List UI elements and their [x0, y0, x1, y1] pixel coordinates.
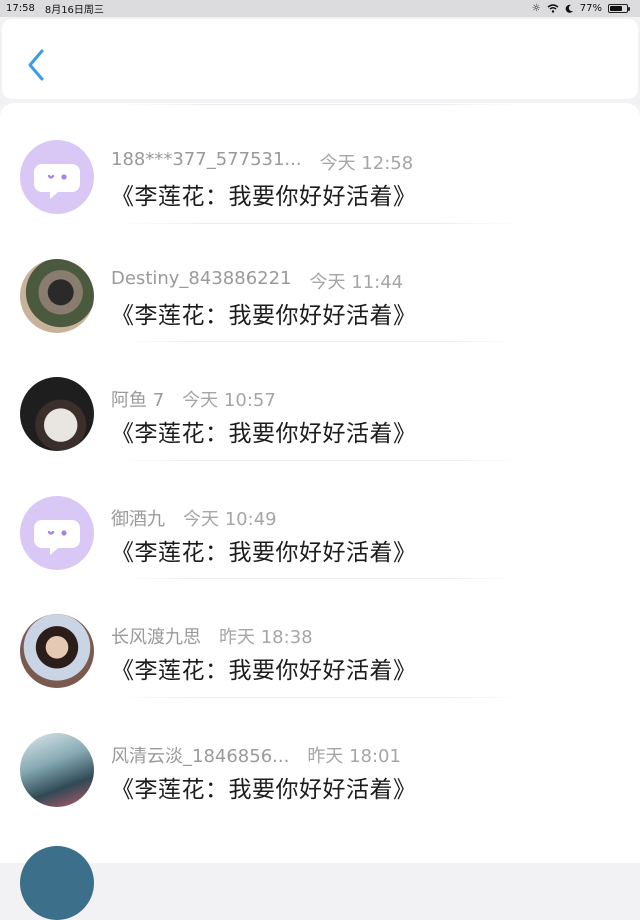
comment-text: 《李莲花：我要你好好活着》: [111, 658, 417, 684]
avatar[interactable]: [20, 846, 94, 920]
back-button[interactable]: [22, 47, 50, 83]
divider: [120, 696, 520, 698]
divider: [120, 341, 520, 342]
list-item[interactable]: 御酒九 今天 10:49 《李莲花：我要你好好活着》: [0, 459, 640, 578]
moon-icon: [565, 4, 573, 13]
comment-meta: 长风渡九思 昨天 18:38: [111, 623, 313, 649]
username[interactable]: 阿鱼 7: [111, 386, 164, 412]
status-date: 8月16日周三: [44, 5, 104, 16]
list-item[interactable]: 长风渡九思 昨天 18:38 《李莲花：我要你好好活着》: [0, 578, 640, 696]
comment-text: 《李莲花：我要你好好活着》: [111, 184, 417, 210]
chat-bubble-icon: [34, 519, 80, 555]
chat-bubble-icon: [34, 164, 80, 199]
timestamp: 今天 10:49: [183, 508, 277, 530]
status-time: 17:58: [6, 3, 35, 14]
chevron-left-icon: [28, 49, 44, 81]
comment-text: 《李莲花：我要你好好活着》: [111, 302, 417, 329]
list-item[interactable]: 风清云淡_1846856... 昨天 18:01 《李莲花：我要你好好活着》: [0, 696, 640, 815]
divider: [120, 459, 520, 461]
avatar[interactable]: [20, 732, 94, 807]
username[interactable]: 御酒九: [111, 505, 165, 531]
timestamp: 今天 12:58: [319, 153, 414, 174]
username[interactable]: 长风渡九思: [111, 623, 201, 649]
divider: [120, 578, 520, 579]
username[interactable]: 风清云淡_1846856...: [111, 742, 289, 768]
avatar[interactable]: [20, 258, 94, 333]
comment-text: 《李莲花：我要你好好活着》: [111, 421, 417, 447]
battery-fill: [610, 6, 623, 11]
list-item[interactable]: Destiny_843886221 今天 11:44 《李莲花：我要你好好活着》: [0, 222, 640, 341]
wifi-icon: [547, 4, 559, 13]
timestamp: 昨天 18:01: [307, 745, 401, 767]
avatar[interactable]: [20, 377, 94, 451]
comment-meta: 阿鱼 7 今天 10:57: [111, 386, 276, 412]
comment-text: 《李莲花：我要你好好活着》: [111, 776, 417, 803]
list-item[interactable]: 188***377_577531... 今天 12:58 《李莲花：我要你好好活着》: [0, 104, 640, 222]
status-bar: 17:58 8月16日周三 ☼ 77%: [0, 0, 640, 17]
comment-meta: 188***377_577531... 今天 12:58: [111, 149, 413, 175]
username[interactable]: Destiny_843886221: [111, 268, 292, 294]
comment-list: 188***377_577531... 今天 12:58 《李莲花：我要你好好活着》…: [0, 103, 640, 863]
avatar[interactable]: [20, 140, 94, 214]
comment-meta: Destiny_843886221 今天 11:44: [111, 268, 403, 294]
divider: [120, 222, 520, 224]
comment-meta: 御酒九 今天 10:49: [111, 505, 277, 531]
divider: [120, 104, 520, 105]
list-item[interactable]: 阿鱼 7 今天 10:57 《李莲花：我要你好好活着》: [0, 341, 640, 459]
brightness-icon: ☼: [531, 3, 541, 14]
timestamp: 今天 10:57: [182, 390, 276, 411]
avatar[interactable]: [20, 614, 94, 688]
username[interactable]: 188***377_577531...: [111, 149, 302, 175]
battery-icon: [608, 4, 630, 13]
comment-meta: 风清云淡_1846856... 昨天 18:01: [111, 742, 401, 768]
avatar[interactable]: [20, 495, 94, 570]
nav-bar: [2, 19, 638, 99]
comment-text: 《李莲花：我要你好好活着》: [111, 539, 417, 566]
battery-percent: 77%: [579, 3, 602, 14]
timestamp: 昨天 18:38: [219, 627, 313, 648]
timestamp: 今天 11:44: [309, 271, 404, 293]
